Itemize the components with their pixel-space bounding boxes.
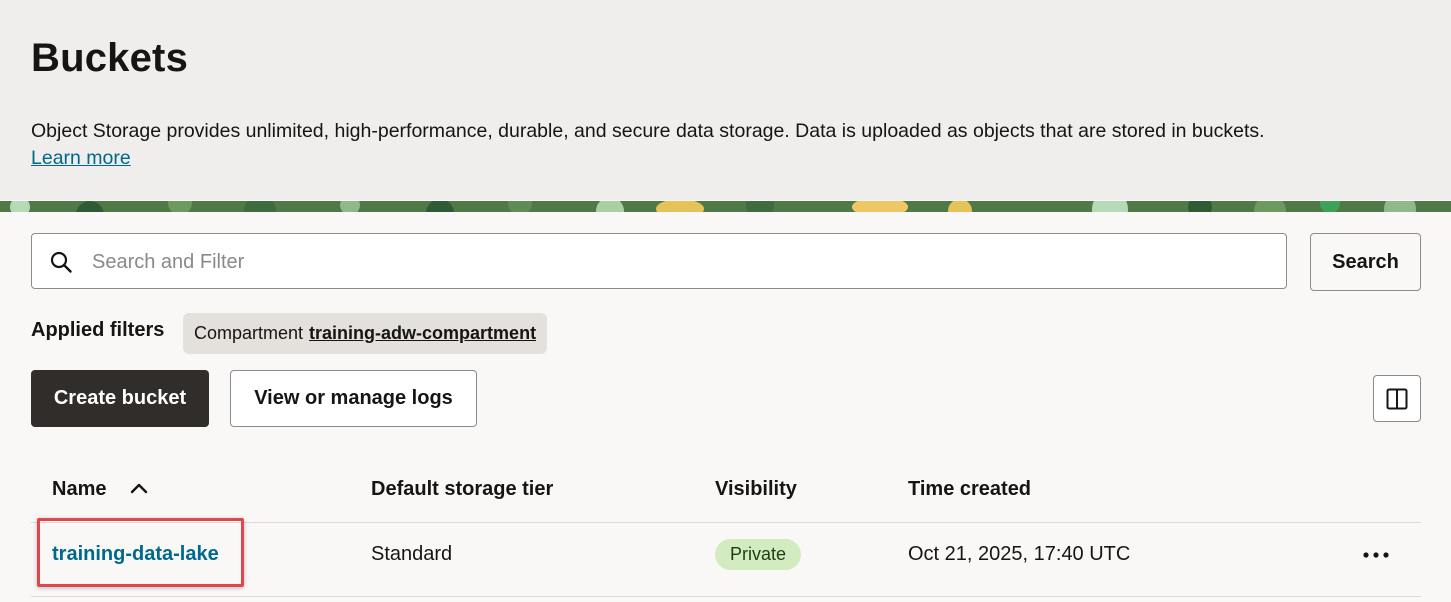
row-actions-button[interactable]: [1360, 541, 1392, 569]
create-bucket-button[interactable]: Create bucket: [31, 370, 209, 427]
applied-filters-label: Applied filters: [31, 319, 165, 341]
more-actions-icon: [1363, 552, 1389, 558]
compartment-filter-chip[interactable]: Compartment training-adw-compartment: [183, 313, 548, 354]
search-field[interactable]: [31, 233, 1287, 290]
column-header-name[interactable]: Name: [52, 477, 106, 501]
description-text: Object Storage provides unlimited, high-…: [31, 120, 1265, 142]
filter-chip-name: Compartment: [194, 323, 304, 343]
sort-ascending-icon[interactable]: [129, 480, 149, 496]
page-description: Object Storage provides unlimited, high-…: [31, 118, 1431, 172]
panel-toggle-button[interactable]: [1373, 375, 1421, 422]
learn-more-link[interactable]: Learn more: [31, 147, 131, 169]
column-header-time-created[interactable]: Time created: [908, 477, 1031, 501]
banner-pattern: [0, 200, 1451, 212]
time-created-cell: Oct 21, 2025, 17:40 UTC: [908, 543, 1131, 565]
visibility-badge: Private: [715, 539, 802, 570]
view-manage-logs-button[interactable]: View or manage logs: [230, 370, 477, 427]
storage-tier-cell: Standard: [371, 543, 453, 565]
page-title: Buckets: [31, 36, 189, 80]
search-icon: [50, 251, 72, 273]
search-button[interactable]: Search: [1310, 233, 1421, 291]
table-row-divider: [31, 596, 1421, 597]
decorative-banner: [0, 200, 1451, 212]
panel-toggle-icon: [1386, 388, 1408, 409]
page-header: Buckets Object Storage provides unlimite…: [0, 0, 1451, 200]
column-header-storage-tier[interactable]: Default storage tier: [371, 477, 553, 501]
column-header-visibility[interactable]: Visibility: [715, 477, 797, 501]
search-input[interactable]: [90, 234, 1274, 290]
filter-chip-value[interactable]: training-adw-compartment: [309, 323, 536, 344]
highlight-box: [37, 518, 244, 587]
